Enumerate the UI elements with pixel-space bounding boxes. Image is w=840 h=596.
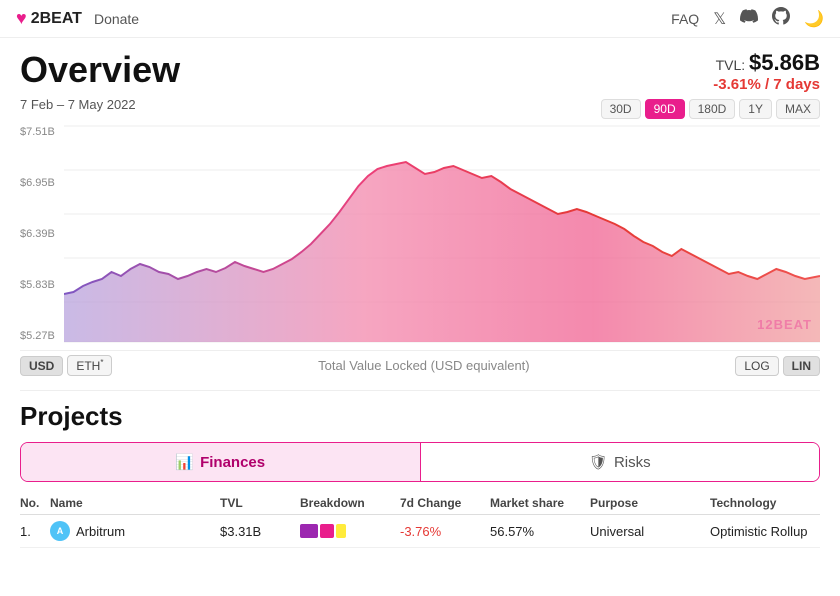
- row-technology: Optimistic Rollup: [710, 524, 830, 539]
- project-name-text: Arbitrum: [76, 524, 125, 539]
- header-right: FAQ 𝕏 🌙: [671, 7, 824, 30]
- tab-finances[interactable]: 📊 Finances: [21, 443, 421, 481]
- y-label-3: $6.39B: [20, 228, 64, 240]
- chart-watermark: 12BEAT: [757, 317, 812, 332]
- projects-section: Projects 📊 Finances 🛡 Risks No. Name TVL…: [20, 401, 820, 548]
- col-name: Name: [50, 496, 220, 510]
- time-btn-180d[interactable]: 180D: [689, 99, 736, 119]
- y-label-1: $7.51B: [20, 126, 64, 138]
- row-purpose: Universal: [590, 524, 710, 539]
- header: ♥ 2BEAT Donate FAQ 𝕏 🌙: [0, 0, 840, 38]
- overview-title-block: Overview: [20, 50, 180, 90]
- discord-icon[interactable]: [740, 9, 758, 28]
- github-icon[interactable]: [772, 7, 790, 30]
- tvl-change: -3.61% / 7 days: [713, 76, 820, 93]
- bar-seg-1: [300, 524, 318, 538]
- bar-seg-3: [336, 524, 346, 538]
- finances-icon: 📊: [175, 453, 194, 471]
- faq-link[interactable]: FAQ: [671, 11, 699, 27]
- time-buttons: 30D 90D 180D 1Y MAX: [601, 99, 820, 119]
- scale-btn-log[interactable]: LOG: [735, 356, 778, 376]
- main-content: Overview TVL: $5.86B -3.61% / 7 days 7 F…: [0, 38, 840, 548]
- overview-title: Overview: [20, 50, 180, 90]
- row-market-share: 56.57%: [490, 524, 590, 539]
- col-tvl: TVL: [220, 496, 300, 510]
- chart-controls-row: 7 Feb – 7 May 2022 30D 90D 180D 1Y MAX: [20, 97, 820, 120]
- y-label-4: $5.83B: [20, 279, 64, 291]
- col-technology: Technology: [710, 496, 830, 510]
- risks-icon: 🛡: [589, 453, 608, 471]
- donate-link[interactable]: Donate: [94, 11, 139, 27]
- chart-bottom-left: USD ETH*: [20, 355, 112, 376]
- bar-seg-2: [320, 524, 334, 538]
- row-change: -3.76%: [400, 524, 490, 539]
- chart-svg: [64, 124, 820, 344]
- logo[interactable]: ♥ 2BEAT: [16, 8, 82, 29]
- col-7d-change: 7d Change: [400, 496, 490, 510]
- time-btn-max[interactable]: MAX: [776, 99, 820, 119]
- tab-finances-label: Finances: [200, 454, 265, 471]
- scale-btn-lin[interactable]: LIN: [783, 356, 820, 376]
- projects-title: Projects: [20, 401, 820, 432]
- col-breakdown: Breakdown: [300, 496, 400, 510]
- tab-risks[interactable]: 🛡 Risks: [421, 443, 820, 481]
- table-header: No. Name TVL Breakdown 7d Change Market …: [20, 492, 820, 515]
- project-name: A Arbitrum: [50, 521, 220, 541]
- eth-asterisk: *: [100, 358, 103, 367]
- chart-scale-buttons: LOG LIN: [735, 356, 820, 376]
- twitter-icon[interactable]: 𝕏: [713, 9, 726, 29]
- theme-toggle-icon[interactable]: 🌙: [804, 9, 824, 29]
- time-btn-1y[interactable]: 1Y: [739, 99, 772, 119]
- row-tvl: $3.31B: [220, 524, 300, 539]
- project-logo: A: [50, 521, 70, 541]
- date-range: 7 Feb – 7 May 2022: [20, 97, 136, 112]
- y-label-2: $6.95B: [20, 177, 64, 189]
- section-divider: [20, 390, 820, 391]
- time-btn-90d[interactable]: 90D: [645, 99, 685, 119]
- breakdown-bars: [300, 524, 400, 538]
- unit-btn-eth[interactable]: ETH*: [67, 355, 112, 376]
- chart-container: $7.51B $6.95B $6.39B $5.83B $5.27B: [20, 124, 820, 344]
- row-no: 1.: [20, 524, 50, 539]
- overview-header: Overview TVL: $5.86B -3.61% / 7 days: [20, 50, 820, 93]
- time-btn-30d[interactable]: 30D: [601, 99, 641, 119]
- tvl-block: TVL: $5.86B -3.61% / 7 days: [713, 50, 820, 93]
- tvl-value: $5.86B: [749, 50, 820, 75]
- unit-btn-usd[interactable]: USD: [20, 356, 63, 376]
- logo-heart-icon: ♥: [16, 8, 27, 29]
- table-row[interactable]: 1. A Arbitrum $3.31B -3.76% 56.57% Unive…: [20, 515, 820, 548]
- chart-bottom: USD ETH* Total Value Locked (USD equival…: [20, 350, 820, 380]
- col-purpose: Purpose: [590, 496, 710, 510]
- col-market-share: Market share: [490, 496, 590, 510]
- y-label-5: $5.27B: [20, 330, 64, 342]
- chart-center-label: Total Value Locked (USD equivalent): [112, 358, 735, 373]
- header-left: ♥ 2BEAT Donate: [16, 8, 139, 29]
- col-no: No.: [20, 496, 50, 510]
- logo-text: 2BEAT: [31, 10, 82, 28]
- tabs-row: 📊 Finances 🛡 Risks: [20, 442, 820, 482]
- y-axis-labels: $7.51B $6.95B $6.39B $5.83B $5.27B: [20, 124, 64, 344]
- tab-risks-label: Risks: [614, 454, 651, 471]
- tvl-inline: TVL: $5.86B: [713, 50, 820, 76]
- tvl-label: TVL:: [716, 57, 746, 73]
- chart-svg-wrapper: 12BEAT: [64, 124, 820, 344]
